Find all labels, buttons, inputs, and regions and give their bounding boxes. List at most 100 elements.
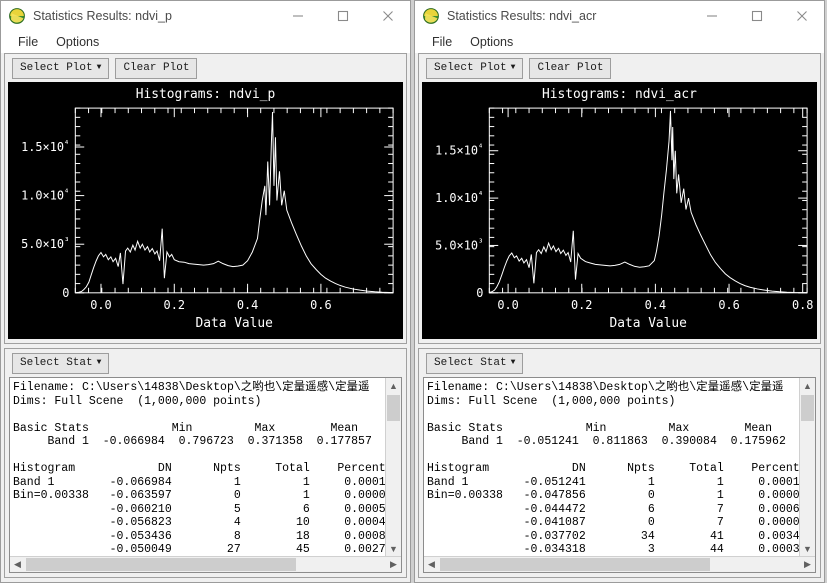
maximize-button[interactable] <box>320 1 365 31</box>
clear-plot-button[interactable]: Clear Plot <box>115 57 198 79</box>
stats-text: Filename: C:\Users\14838\Desktop\之哟也\定量遥… <box>424 378 799 556</box>
plot-toolbar: Select Plot ▼ Clear Plot <box>5 54 406 82</box>
titlebar[interactable]: Statistics Results: ndvi_p <box>1 1 410 31</box>
minimize-button[interactable] <box>689 1 734 31</box>
svg-text:Histograms: ndvi_acr: Histograms: ndvi_acr <box>542 87 697 102</box>
histogram-plot-ndvi-acr[interactable]: Histograms: ndvi_acr 0.0 0.2 0.4 0.6 0.8 0 5.0×… <box>422 82 817 339</box>
scroll-up-icon[interactable]: ▲ <box>800 378 815 393</box>
histogram-row: Band 1 -0.066984 1 1 0.0001 <box>13 475 385 489</box>
maximize-button[interactable] <box>734 1 779 31</box>
select-stat-label: Select Stat <box>20 357 93 369</box>
svg-text:0.6: 0.6 <box>310 298 331 312</box>
basic-stats-row: Band 1 -0.051241 0.811863 0.390084 0.175… <box>427 435 786 448</box>
basic-stats-row: Band 1 -0.066984 0.796723 0.371358 0.177… <box>13 435 372 448</box>
stat-panel: Select Stat ▼ Filename: C:\Users\14838\D… <box>418 348 821 578</box>
scroll-left-icon[interactable]: ◀ <box>10 557 25 572</box>
histogram-row: Band 1 -0.051241 1 1 0.0001 <box>427 475 799 489</box>
window-title: Statistics Results: ndvi_p <box>33 9 172 23</box>
svg-text:0: 0 <box>62 286 69 300</box>
histogram-header: Histogram DN Npts Total Percent A <box>427 462 799 475</box>
stat-panel: Select Stat ▼ Filename: C:\Users\14838\D… <box>4 348 407 578</box>
basic-stats-header: Basic Stats Min Max Mean Stdev <box>427 421 773 435</box>
filename-folder-2: 定量遥感 <box>282 379 329 393</box>
menu-file[interactable]: File <box>423 34 461 50</box>
dims-line: Dims: Full Scene (1,000,000 points) <box>427 394 676 408</box>
horizontal-scroll-thumb[interactable] <box>440 558 710 571</box>
horizontal-scrollbar[interactable]: ◀ ▶ <box>424 556 815 572</box>
menu-options[interactable]: Options <box>461 34 522 50</box>
plot-panel: Select Plot ▼ Clear Plot Histograms: ndv… <box>4 53 407 344</box>
minimize-button[interactable] <box>275 1 320 31</box>
svg-text:0.2: 0.2 <box>571 298 592 312</box>
filename-label: Filename: <box>427 381 497 394</box>
histogram-row: -0.056823 4 10 0.0004 <box>13 516 385 529</box>
stats-text: Filename: C:\Users\14838\Desktop\之哟也\定量遥… <box>10 378 385 556</box>
svg-text:0.0: 0.0 <box>90 298 111 312</box>
filename-folder-1: 之哟也 <box>240 379 276 393</box>
plot-toolbar: Select Plot ▼ Clear Plot <box>419 54 820 82</box>
svg-text:1.5×10⁴: 1.5×10⁴ <box>435 144 483 158</box>
select-plot-button[interactable]: Select Plot ▼ <box>12 57 110 79</box>
clear-plot-label: Clear Plot <box>123 62 190 74</box>
envi-globe-icon <box>422 7 440 25</box>
scroll-down-icon[interactable]: ▼ <box>386 541 401 556</box>
clear-plot-button[interactable]: Clear Plot <box>529 57 612 79</box>
vertical-scroll-thumb[interactable] <box>801 395 814 421</box>
close-button[interactable] <box>779 1 824 31</box>
select-stat-button[interactable]: Select Stat ▼ <box>426 352 524 374</box>
vertical-scrollbar[interactable]: ▲ ▼ <box>799 378 815 556</box>
scroll-up-icon[interactable]: ▲ <box>386 378 401 393</box>
chevron-down-icon: ▼ <box>96 63 102 72</box>
svg-text:1.0×10⁴: 1.0×10⁴ <box>21 189 69 203</box>
svg-text:Data Value: Data Value <box>609 316 687 331</box>
select-plot-button[interactable]: Select Plot ▼ <box>426 57 524 79</box>
chevron-down-icon: ▼ <box>510 63 516 72</box>
scroll-left-icon[interactable]: ◀ <box>424 557 439 572</box>
filename-line: Filename: C:\Users\14838\Desktop\之哟也\定量遥… <box>427 379 784 394</box>
svg-text:0.4: 0.4 <box>645 298 666 312</box>
horizontal-scrollbar[interactable]: ◀ ▶ <box>10 556 401 572</box>
vertical-scrollbar[interactable]: ▲ ▼ <box>385 378 401 556</box>
histogram-row: -0.041087 0 7 0.0000 <box>427 516 799 529</box>
histogram-svg: Histograms: ndvi_p 0.0 0.2 0.4 0.6 0 5.0×10³ 1.… <box>21 87 394 331</box>
filename-label: Filename: <box>13 381 83 394</box>
select-stat-button[interactable]: Select Stat ▼ <box>12 352 110 374</box>
svg-text:1.0×10⁴: 1.0×10⁴ <box>435 191 483 205</box>
histogram-row: Bin=0.00338 -0.047856 0 1 0.0000 <box>427 489 799 502</box>
window-controls <box>689 1 824 31</box>
scroll-down-icon[interactable]: ▼ <box>800 541 815 556</box>
stats-textbox[interactable]: Filename: C:\Users\14838\Desktop\之哟也\定量遥… <box>423 377 816 573</box>
histogram-row: -0.037702 34 41 0.0034 <box>427 529 799 543</box>
filename-path: C:\Users\14838\Desktop\ <box>496 381 655 394</box>
filename-line: Filename: C:\Users\14838\Desktop\之哟也\定量遥… <box>13 379 370 394</box>
window-title: Statistics Results: ndvi_acr <box>447 9 597 23</box>
window-ndvi-p: Statistics Results: ndvi_p File Options <box>0 0 411 583</box>
menu-file[interactable]: File <box>9 34 47 50</box>
vertical-scroll-thumb[interactable] <box>387 395 400 421</box>
chevron-down-icon: ▼ <box>510 358 516 367</box>
stat-toolbar: Select Stat ▼ <box>419 349 820 377</box>
menubar: File Options <box>1 31 410 53</box>
clear-plot-label: Clear Plot <box>537 62 604 74</box>
histogram-row: -0.044472 6 7 0.0006 <box>427 502 799 516</box>
histogram-row: -0.060210 5 6 0.0005 <box>13 502 385 516</box>
scroll-right-icon[interactable]: ▶ <box>386 557 401 572</box>
menu-options[interactable]: Options <box>47 34 108 50</box>
svg-text:1.5×10⁴: 1.5×10⁴ <box>21 140 69 154</box>
svg-text:0.0: 0.0 <box>497 298 518 312</box>
horizontal-scroll-thumb[interactable] <box>26 558 296 571</box>
filename-path: C:\Users\14838\Desktop\ <box>82 381 241 394</box>
scroll-right-icon[interactable]: ▶ <box>800 557 815 572</box>
titlebar[interactable]: Statistics Results: ndvi_acr <box>415 1 824 31</box>
plot-panel: Select Plot ▼ Clear Plot Histograms: ndv… <box>418 53 821 344</box>
histogram-svg: Histograms: ndvi_acr 0.0 0.2 0.4 0.6 0.8 0 5.0×… <box>435 87 813 331</box>
select-stat-label: Select Stat <box>434 357 507 369</box>
stats-textbox[interactable]: Filename: C:\Users\14838\Desktop\之哟也\定量遥… <box>9 377 402 573</box>
svg-text:0.6: 0.6 <box>718 298 739 312</box>
histogram-row: Bin=0.00338 -0.063597 0 1 0.0000 <box>13 489 385 502</box>
window-controls <box>275 1 410 31</box>
svg-text:5.0×10³: 5.0×10³ <box>21 237 69 251</box>
close-button[interactable] <box>365 1 410 31</box>
histogram-row: -0.053436 8 18 0.0008 <box>13 529 385 543</box>
histogram-plot-ndvi-p[interactable]: Histograms: ndvi_p 0.0 0.2 0.4 0.6 0 5.0×10³ 1.… <box>8 82 403 339</box>
